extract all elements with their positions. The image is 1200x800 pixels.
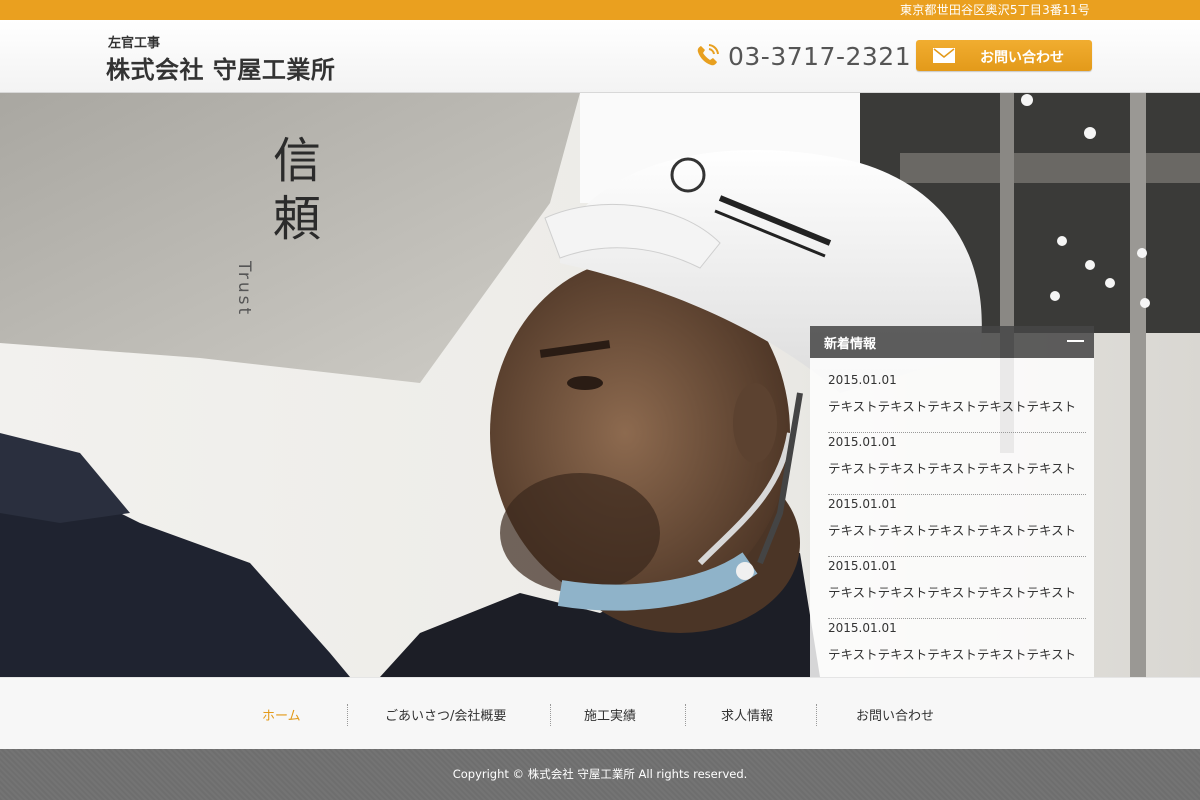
- news-item[interactable]: 2015.01.01 テキストテキストテキストテキストテキスト: [828, 495, 1086, 557]
- phone-number: 03-3717-2321: [728, 41, 912, 71]
- page: 東京都世田谷区奥沢5丁目3番11号 左官工事 株式会社 守屋工業所 03-371…: [0, 0, 1200, 800]
- nav-divider: [816, 704, 817, 726]
- contact-button-label: お問い合わせ: [980, 50, 1064, 66]
- phone-contact[interactable]: 03-3717-2321: [694, 40, 911, 72]
- news-header: 新着情報: [810, 326, 1094, 358]
- news-item[interactable]: 2015.01.01 テキストテキストテキストテキストテキスト: [828, 371, 1086, 433]
- news-body: 2015.01.01 テキストテキストテキストテキストテキスト 2015.01.…: [810, 358, 1094, 677]
- news-item[interactable]: 2015.01.01 テキストテキストテキストテキストテキスト: [828, 557, 1086, 619]
- news-text: テキストテキストテキストテキストテキスト: [828, 399, 1077, 414]
- header-address: 東京都世田谷区奥沢5丁目3番11号: [900, 3, 1090, 17]
- site-header: 左官工事 株式会社 守屋工業所 03-3717-2321 お問い合わせ: [0, 20, 1200, 93]
- news-date: 2015.01.01: [828, 621, 897, 635]
- site-footer: Copyright © 株式会社 守屋工業所 All rights reserv…: [0, 749, 1200, 800]
- news-text: テキストテキストテキストテキストテキスト: [828, 647, 1077, 662]
- news-text: テキストテキストテキストテキストテキスト: [828, 523, 1077, 538]
- nav-item-recruit[interactable]: 求人情報: [721, 705, 773, 724]
- news-panel: 新着情報 2015.01.01 テキストテキストテキストテキストテキスト 201…: [810, 326, 1094, 677]
- nav-item-home[interactable]: ホーム: [262, 705, 301, 724]
- logo-company-name[interactable]: 株式会社 守屋工業所: [106, 50, 335, 85]
- news-title: 新着情報: [824, 337, 877, 352]
- news-item[interactable]: 2015.01.01 テキストテキストテキストテキストテキスト: [828, 433, 1086, 495]
- news-text: テキストテキストテキストテキストテキスト: [828, 585, 1077, 600]
- news-list: 2015.01.01 テキストテキストテキストテキストテキスト 2015.01.…: [828, 371, 1086, 681]
- nav-divider: [550, 704, 551, 726]
- hero-headline-english: Trust: [234, 261, 254, 318]
- hero-headline-kanji: 信頼: [264, 135, 320, 251]
- news-date: 2015.01.01: [828, 559, 897, 573]
- news-date: 2015.01.01: [828, 435, 897, 449]
- news-date: 2015.01.01: [828, 373, 897, 387]
- nav-divider: [347, 704, 348, 726]
- nav-item-contact[interactable]: お問い合わせ: [856, 705, 934, 724]
- phone-icon: [697, 44, 719, 66]
- news-text: テキストテキストテキストテキストテキスト: [828, 461, 1077, 476]
- minus-icon[interactable]: [1067, 340, 1084, 342]
- nav-divider: [685, 704, 686, 726]
- nav-item-greeting-company[interactable]: ごあいさつ/会社概要: [385, 705, 506, 724]
- news-date: 2015.01.01: [828, 497, 897, 511]
- nav-item-works[interactable]: 施工実績: [584, 705, 636, 724]
- mail-icon: [933, 48, 955, 63]
- news-item[interactable]: 2015.01.01 テキストテキストテキストテキストテキスト: [828, 619, 1086, 681]
- copyright-text: Copyright © 株式会社 守屋工業所 All rights reserv…: [452, 767, 748, 781]
- global-nav: ホーム ごあいさつ/会社概要 施工実績 求人情報 お問い合わせ: [0, 677, 1200, 750]
- top-strip: 東京都世田谷区奥沢5丁目3番11号: [0, 0, 1200, 20]
- logo-subtitle[interactable]: 左官工事: [108, 32, 160, 51]
- contact-button[interactable]: お問い合わせ: [916, 40, 1092, 71]
